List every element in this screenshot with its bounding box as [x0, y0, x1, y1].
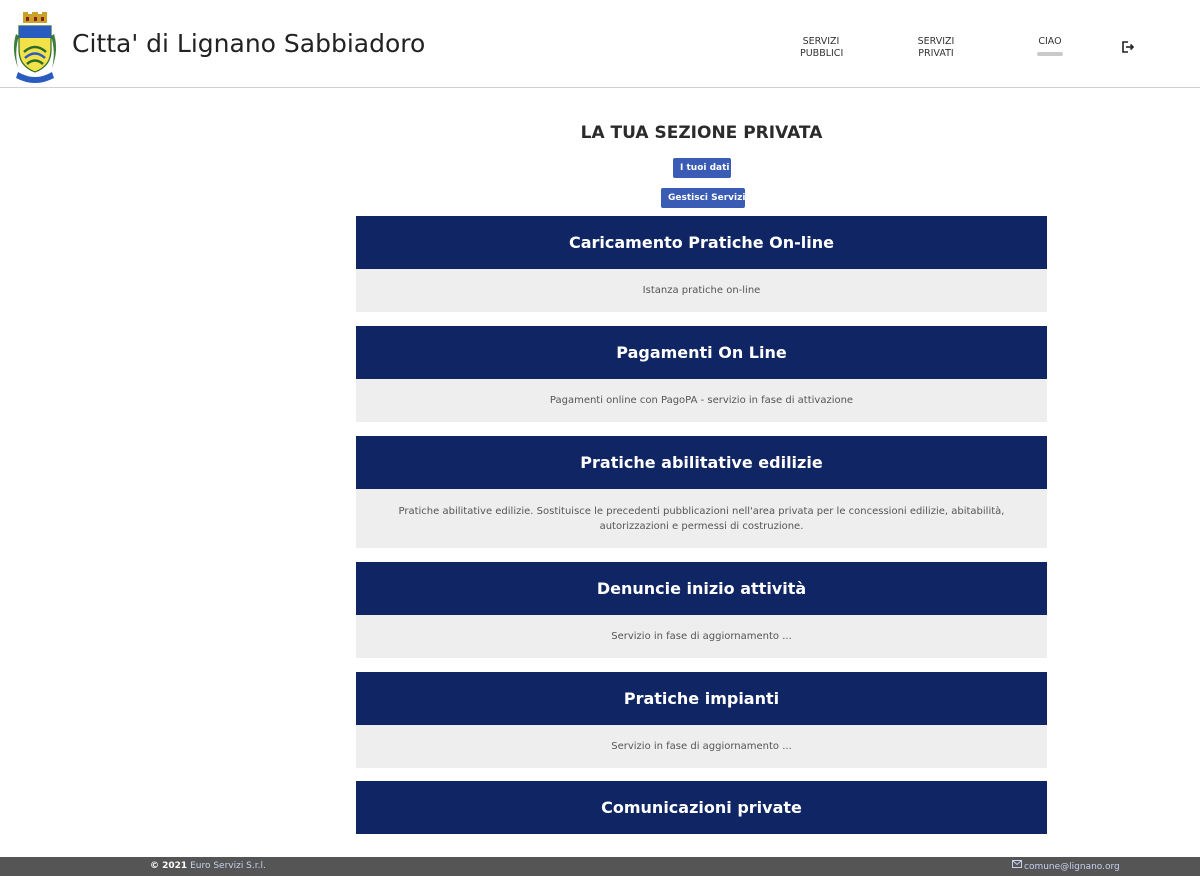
nav-servizi-privati-line2: PRIVATI — [918, 48, 954, 59]
user-name-redacted — [1037, 52, 1063, 56]
service-card-title[interactable]: Caricamento Pratiche On-line — [356, 216, 1047, 269]
page: Citta' di Lignano Sabbiadoro SERVIZI PUB… — [0, 0, 1200, 876]
service-card-denuncie: Denuncie inizio attività Servizio in fas… — [356, 562, 1047, 658]
service-card-title[interactable]: Pratiche impianti — [356, 672, 1047, 725]
copyright: © 2021 Euro Servizi S.r.l. — [150, 857, 266, 876]
service-card-description: Servizio in fase di aggiornamento ... — [356, 725, 1047, 768]
service-card-description: Servizio in fase di aggiornamento ... — [356, 615, 1047, 658]
service-card-title[interactable]: Pagamenti On Line — [356, 326, 1047, 379]
site-header: Citta' di Lignano Sabbiadoro SERVIZI PUB… — [0, 0, 1200, 88]
service-card-description: Pratiche abilitative edilizie. Sostituis… — [356, 489, 1047, 548]
logout-icon[interactable] — [1121, 39, 1135, 53]
email-link[interactable]: comune@lignano.org — [1012, 857, 1120, 876]
service-card-pagamenti: Pagamenti On Line Pagamenti online con P… — [356, 326, 1047, 422]
manage-services-button[interactable]: Gestisci Servizi — [661, 188, 745, 208]
service-card-pratiche-impianti: Pratiche impianti Servizio in fase di ag… — [356, 672, 1047, 768]
nav-servizi-pubblici[interactable]: SERVIZI PUBBLICI — [800, 36, 844, 60]
copyright-year: © 2021 — [150, 861, 188, 871]
service-card-title[interactable]: Comunicazioni private — [356, 781, 1047, 834]
user-menu[interactable]: CIAO — [1030, 36, 1070, 56]
service-card-comunicazioni: Comunicazioni private — [356, 781, 1047, 834]
email-address: comune@lignano.org — [1024, 862, 1120, 872]
service-card-description: Istanza pratiche on-line — [356, 269, 1047, 312]
mail-icon — [1012, 857, 1022, 876]
service-card-description: Pagamenti online con PagoPA - servizio i… — [356, 379, 1047, 422]
your-data-button[interactable]: I tuoi dati — [673, 158, 731, 178]
site-footer: © 2021 Euro Servizi S.r.l. comune@lignan… — [0, 857, 1200, 876]
service-card-title[interactable]: Pratiche abilitative edilizie — [356, 436, 1047, 489]
nav-servizi-privati-line1: SERVIZI — [917, 36, 955, 47]
site-title[interactable]: Citta' di Lignano Sabbiadoro — [72, 29, 425, 58]
coat-of-arms-icon[interactable] — [10, 12, 60, 86]
nav-servizi-pubblici-line2: PUBBLICI — [800, 48, 844, 59]
page-title: LA TUA SEZIONE PRIVATA — [580, 123, 823, 143]
nav-servizi-privati[interactable]: SERVIZI PRIVATI — [914, 36, 958, 60]
service-card-title[interactable]: Denuncie inizio attività — [356, 562, 1047, 615]
service-card-pratiche-edilizie: Pratiche abilitative edilizie Pratiche a… — [356, 436, 1047, 548]
nav-servizi-pubblici-line1: SERVIZI — [802, 36, 840, 47]
service-card-caricamento: Caricamento Pratiche On-line Istanza pra… — [356, 216, 1047, 312]
user-greeting: CIAO — [1038, 36, 1062, 47]
company-link[interactable]: Euro Servizi S.r.l. — [190, 861, 266, 871]
